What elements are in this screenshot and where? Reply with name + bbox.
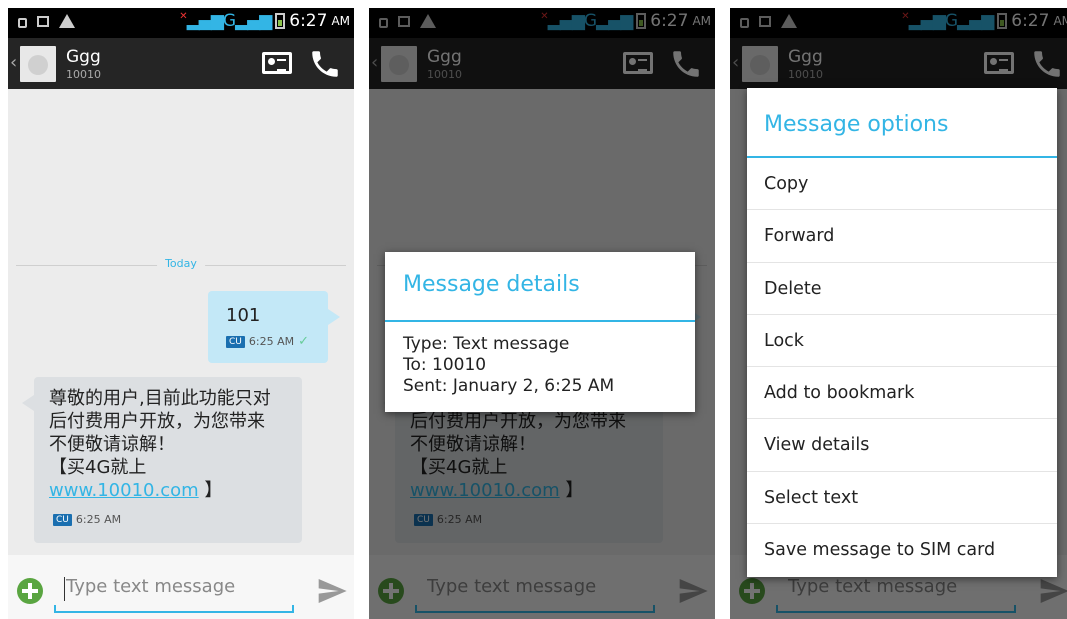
detail-type: Type: Text message: [403, 334, 570, 354]
text-cursor: [64, 577, 65, 601]
menu-item-add-to-bookmark[interactable]: Add to bookmark: [747, 367, 1057, 420]
contact-name: Ggg: [66, 47, 101, 67]
menu-item-save-to-sim[interactable]: Save message to SIM card: [747, 524, 1057, 576]
menu-item-select-text[interactable]: Select text: [747, 472, 1057, 525]
date-divider: Today: [157, 257, 205, 270]
message-link[interactable]: www.10010.com: [49, 480, 199, 501]
menu-item-delete[interactable]: Delete: [747, 263, 1057, 315]
incoming-message[interactable]: 尊敬的用户,目前此功能只对 后付费用户开放，为您带来 不便敬请谅解！ 【买4G就…: [22, 377, 302, 543]
carrier-badge: CU: [53, 513, 72, 526]
status-bar: ✕▂▄▆G▂▄▆ 6:27 AM: [8, 8, 354, 38]
message-options-screen: ✕▂▄▆G▂▄▆ 6:27 AM ‹ Ggg 10010 Message opt…: [730, 8, 1067, 619]
detail-to: To: 10010: [403, 355, 487, 375]
warning-icon: [59, 14, 75, 28]
message-details-screen: ✕▂▄▆G▂▄▆ 6:27 AM ‹ Ggg 10010 Today 101 C…: [369, 8, 715, 619]
menu-item-view-details[interactable]: View details: [747, 419, 1057, 472]
compose-bar: [8, 555, 354, 619]
message-time: 6:25 AM: [248, 335, 295, 348]
options-list: Copy Forward Delete Lock Add to bookmark…: [747, 158, 1057, 576]
detail-sent: Sent: January 2, 6:25 AM: [403, 376, 615, 396]
clock-ampm: AM: [331, 14, 350, 28]
clock: 6:27: [289, 11, 328, 31]
message-input[interactable]: [64, 575, 298, 598]
message-time: 6:25 AM: [75, 513, 122, 526]
image-notification-icon: [37, 15, 49, 27]
message-list[interactable]: Today 101 CU 6:25 AM ✓ 尊敬的用户,目前此功能只对 后付费…: [8, 89, 354, 555]
contact-card-icon[interactable]: [262, 52, 292, 74]
message-options-dialog: Message options Copy Forward Delete Lock…: [747, 88, 1057, 577]
send-icon[interactable]: [316, 575, 348, 607]
phone-icon[interactable]: [308, 47, 342, 81]
menu-item-forward[interactable]: Forward: [747, 210, 1057, 263]
outgoing-message[interactable]: 101 CU 6:25 AM ✓: [208, 291, 340, 363]
action-bar: ‹ Ggg 10010: [8, 38, 354, 89]
lock-icon: [18, 18, 27, 28]
dialog-divider: [385, 320, 695, 322]
message-text: 101: [226, 305, 261, 326]
delivered-check-icon: ✓: [298, 334, 309, 349]
battery-icon: [275, 13, 286, 29]
message-text: 尊敬的用户,目前此功能只对 后付费用户开放，为您带来 不便敬请谅解！ 【买4G就…: [49, 388, 271, 501]
conversation-screen: ✕▂▄▆G▂▄▆ 6:27 AM ‹ Ggg 10010 Today 101 C…: [8, 8, 354, 619]
dialog-title: Message details: [403, 272, 580, 297]
menu-item-copy[interactable]: Copy: [747, 158, 1057, 211]
menu-item-lock[interactable]: Lock: [747, 315, 1057, 368]
avatar[interactable]: [20, 46, 56, 82]
message-details-dialog: Message details Type: Text message To: 1…: [385, 252, 695, 412]
signal-icon: ✕▂▄▆G▂▄▆: [179, 11, 272, 31]
carrier-badge: CU: [226, 335, 245, 348]
add-attachment-icon[interactable]: [17, 578, 43, 604]
back-chevron-icon[interactable]: ‹: [10, 52, 17, 73]
contact-number: 10010: [66, 68, 101, 81]
dialog-title: Message options: [764, 112, 949, 137]
